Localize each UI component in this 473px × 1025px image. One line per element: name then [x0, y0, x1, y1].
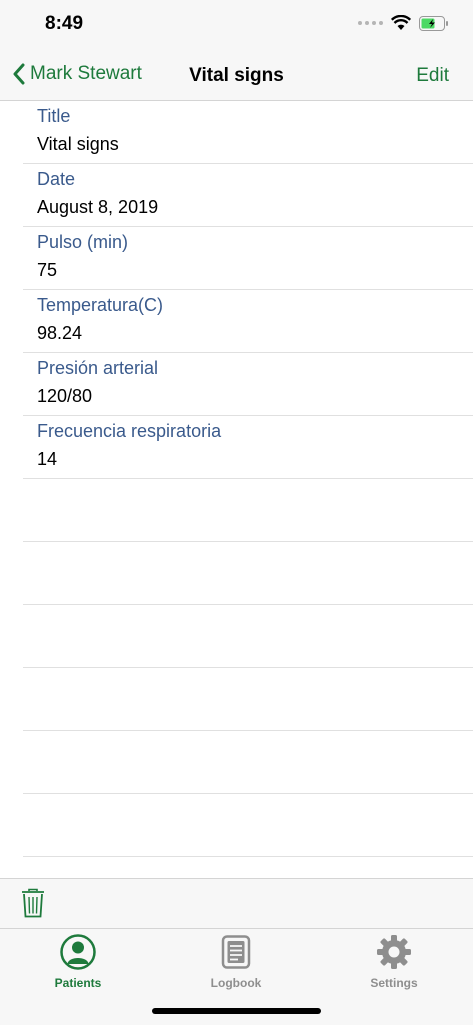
empty-row: [23, 794, 473, 857]
nav-bar: Mark Stewart Vital signs Edit: [0, 52, 473, 101]
field-row-date[interactable]: Date August 8, 2019: [23, 164, 473, 227]
empty-row: [23, 479, 473, 542]
edit-button[interactable]: Edit: [416, 65, 449, 87]
page-title: Vital signs: [189, 65, 284, 86]
gear-icon: [377, 935, 411, 969]
vital-signs-list: Title Vital signs Date August 8, 2019 Pu…: [0, 101, 473, 878]
tab-label: Patients: [54, 976, 102, 990]
field-row-temperature[interactable]: Temperatura(C) 98.24: [23, 290, 473, 353]
delete-button[interactable]: [21, 888, 45, 923]
field-row-pulse[interactable]: Pulso (min) 75: [23, 227, 473, 290]
field-label: Date: [37, 169, 76, 189]
battery-icon: [419, 15, 448, 31]
field-row-respiratory-rate[interactable]: Frecuencia respiratoria 14: [23, 416, 473, 479]
person-icon: [60, 934, 96, 970]
field-value: 75: [37, 260, 58, 280]
status-time: 8:49: [45, 13, 84, 34]
status-bar: 8:49: [0, 0, 473, 52]
status-icons: [358, 15, 449, 31]
field-row-title[interactable]: Title Vital signs: [23, 101, 473, 164]
bottom-toolbar: [0, 878, 473, 929]
field-label: Presión arterial: [37, 358, 159, 378]
field-value: August 8, 2019: [37, 197, 159, 217]
tab-settings[interactable]: Settings: [334, 934, 454, 990]
field-row-blood-pressure[interactable]: Presión arterial 120/80: [23, 353, 473, 416]
field-value: 98.24: [37, 323, 83, 343]
field-label: Temperatura(C): [37, 295, 164, 315]
tab-label: Settings: [370, 976, 418, 990]
logbook-icon: [221, 935, 251, 969]
empty-row: [23, 542, 473, 605]
home-indicator[interactable]: [152, 1008, 321, 1014]
field-label: Title: [37, 106, 71, 126]
tab-label: Logbook: [210, 976, 262, 990]
wifi-icon: [391, 15, 411, 30]
tab-patients[interactable]: Patients: [18, 934, 138, 990]
signal-icon: [358, 21, 383, 25]
empty-row: [23, 668, 473, 731]
empty-row: [23, 731, 473, 794]
field-value: 14: [37, 449, 58, 469]
field-label: Frecuencia respiratoria: [37, 421, 222, 441]
field-value: Vital signs: [37, 134, 119, 154]
field-label: Pulso (min): [37, 232, 129, 252]
empty-row: [23, 605, 473, 668]
trash-icon: [22, 888, 44, 918]
tab-logbook[interactable]: Logbook: [176, 934, 296, 990]
field-value: 120/80: [37, 386, 93, 406]
